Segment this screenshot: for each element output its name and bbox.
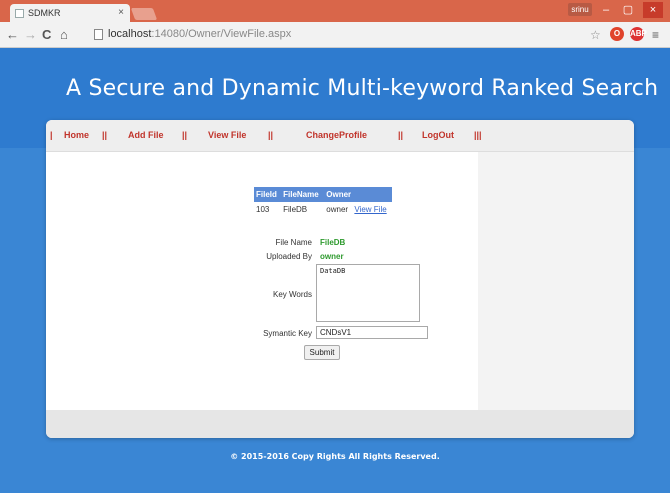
reload-icon[interactable]: C [42, 27, 51, 43]
table-row: 103 FileDB owner View File [254, 202, 392, 217]
maximize-icon[interactable]: ▢ [618, 2, 638, 18]
menu-icon[interactable]: ≡ [652, 27, 659, 43]
web-page: A Secure and Dynamic Multi-keyword Ranke… [0, 48, 670, 493]
close-window-icon[interactable]: × [643, 2, 663, 18]
menu-separator: | [50, 130, 53, 140]
column-header: FileId [254, 187, 282, 202]
url-text[interactable]: localhost:14080/Owner/ViewFile.aspx [108, 28, 291, 40]
address-bar[interactable]: localhost:14080/Owner/ViewFile.aspx [92, 26, 622, 44]
back-icon[interactable]: ← [6, 27, 19, 43]
copyright-text: © 2015-2016 Copy Rights All Rights Reser… [230, 452, 440, 461]
tab-close-icon[interactable]: × [118, 7, 124, 18]
uploaded-by-label: Uploaded By [266, 252, 312, 261]
keywords-label: Key Words [273, 290, 312, 299]
menu-add-file[interactable]: Add File [128, 130, 164, 140]
menu-home[interactable]: Home [64, 130, 89, 140]
opera-extension-icon[interactable]: O [610, 27, 624, 41]
card-footer [46, 410, 634, 438]
forward-icon[interactable]: → [24, 27, 37, 43]
browser-toolbar: ← → C ⌂ localhost:14080/Owner/ViewFile.a… [0, 22, 670, 48]
menu-separator: || [182, 130, 188, 140]
menu-logout[interactable]: LogOut [422, 130, 454, 140]
minimize-icon[interactable]: – [596, 2, 616, 18]
right-sidebar [478, 152, 634, 410]
symantic-key-input[interactable] [316, 326, 428, 339]
column-header: Owner [324, 187, 392, 202]
menu-separator: || [102, 130, 108, 140]
site-title: A Secure and Dynamic Multi-keyword Ranke… [66, 76, 659, 101]
symantic-key-label: Symantic Key [263, 329, 312, 338]
uploaded-by-value: owner [320, 252, 344, 261]
main-menu: | Home || Add File || View File || Chang… [46, 120, 634, 152]
file-table: FileId FileName Owner 103 FileDB owner V… [254, 187, 392, 217]
file-name-label: File Name [275, 238, 312, 247]
submit-button[interactable]: Submit [304, 345, 340, 360]
file-name-value: FileDB [320, 238, 346, 247]
browser-titlebar: SDMKR × srinu – ▢ × [0, 0, 670, 22]
page-icon [94, 29, 103, 40]
menu-separator: || [398, 130, 404, 140]
view-file-link[interactable]: View File [354, 205, 386, 214]
main-content: FileId FileName Owner 103 FileDB owner V… [46, 152, 478, 410]
menu-separator: ||| [474, 130, 482, 140]
cell-owner: owner [326, 205, 349, 214]
menu-change-profile[interactable]: ChangeProfile [306, 130, 367, 140]
table-header-row: FileId FileName Owner [254, 187, 392, 202]
cell-action: View File [352, 202, 392, 217]
home-icon[interactable]: ⌂ [60, 27, 68, 43]
favicon-icon [15, 9, 24, 18]
content-card: | Home || Add File || View File || Chang… [46, 120, 634, 438]
tab-title: SDMKR [28, 8, 61, 18]
adblock-extension-icon[interactable]: ABP [630, 27, 647, 41]
browser-tab[interactable]: SDMKR × [10, 4, 130, 22]
keywords-textarea[interactable]: DataDB [316, 264, 420, 322]
column-header: FileName [281, 187, 325, 202]
star-icon[interactable]: ☆ [590, 27, 601, 43]
profile-badge[interactable]: srinu [568, 3, 592, 16]
new-tab-button[interactable] [130, 8, 158, 20]
cell-file-name: FileDB [283, 205, 308, 214]
cell-file-id: 103 [256, 205, 270, 214]
menu-separator: || [268, 130, 274, 140]
menu-view-file[interactable]: View File [208, 130, 246, 140]
